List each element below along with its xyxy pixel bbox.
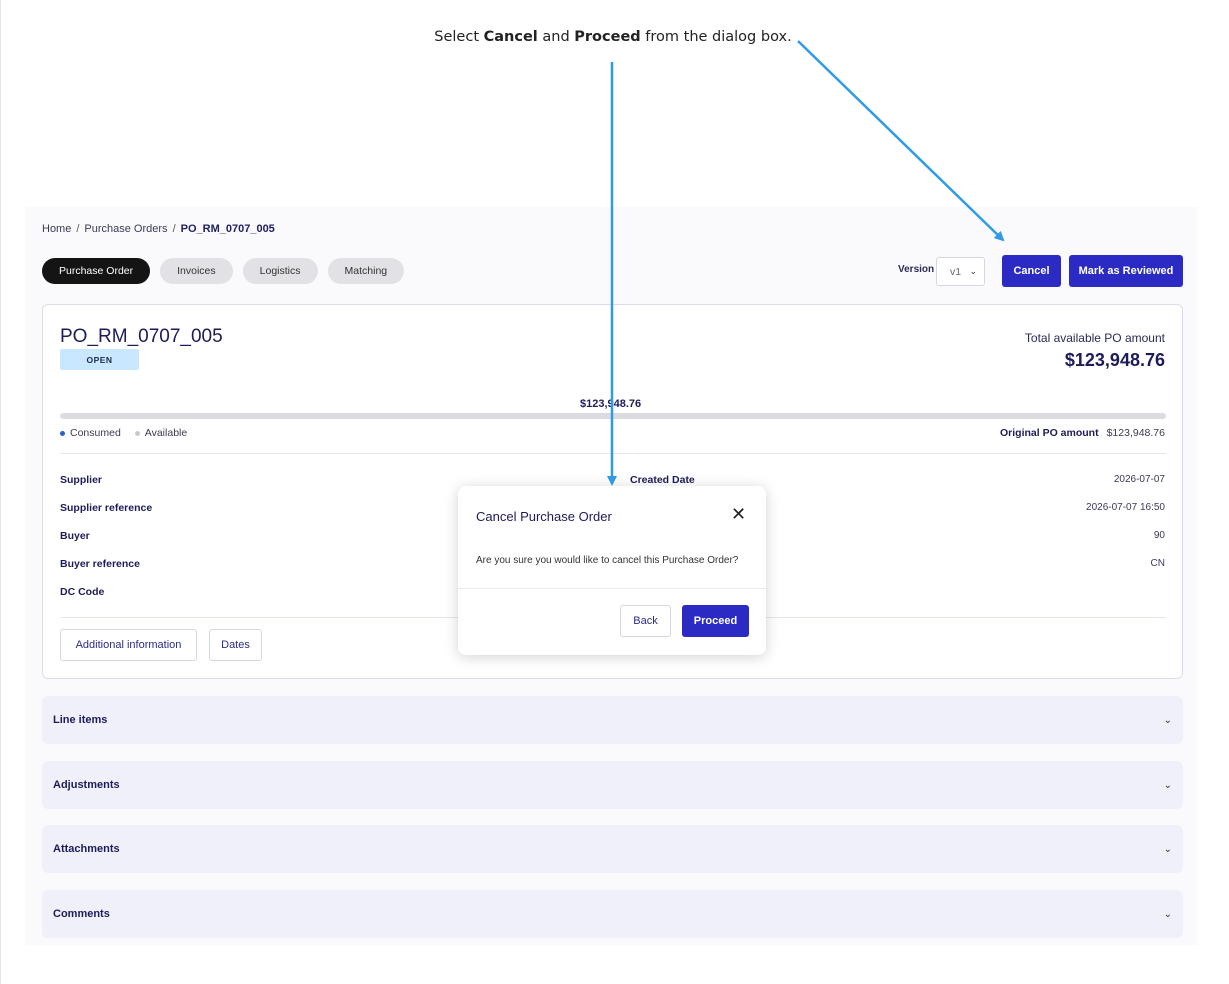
tab-bar: Purchase Order Invoices Logistics Matchi… <box>42 258 405 284</box>
tab-purchase-order[interactable]: Purchase Order <box>42 258 151 284</box>
version-select[interactable]: v1 ⌄ <box>936 257 985 286</box>
breadcrumb-purchase-orders[interactable]: Purchase Orders <box>84 223 167 235</box>
mark-as-reviewed-button[interactable]: Mark as Reviewed <box>1069 255 1183 287</box>
page-edge <box>0 0 1 984</box>
cancel-po-dialog: Cancel Purchase Order ✕ Are you sure you… <box>458 486 766 655</box>
legend-available: Available <box>134 427 187 439</box>
total-available-value: $123,948.76 <box>1064 350 1165 370</box>
divider <box>60 453 1166 454</box>
field-value: 90 <box>1153 530 1165 541</box>
consumed-dot-icon <box>60 430 65 436</box>
field-dc-code: DC Code <box>60 586 105 598</box>
consumption-progress-bar <box>60 413 1166 419</box>
chevron-down-icon: ⌄ <box>1163 843 1172 855</box>
breadcrumb: Home / Purchase Orders / PO_RM_0707_005 <box>42 223 275 235</box>
additional-information-button[interactable]: Additional information <box>60 629 197 661</box>
total-available-label: Total available PO amount <box>1024 331 1165 345</box>
field-buyer: Buyer <box>60 530 90 542</box>
tab-invoices[interactable]: Invoices <box>160 258 233 284</box>
section-adjustments[interactable]: Adjustments ⌄ <box>42 761 1183 809</box>
instruction-text: Select Cancel and Proceed from the dialo… <box>434 29 792 45</box>
breadcrumb-current: PO_RM_0707_005 <box>180 223 275 235</box>
field-value: 2026-07-07 16:50 <box>1086 502 1165 513</box>
divider <box>458 588 766 589</box>
original-po-amount: Original PO amount $123,948.76 <box>1000 427 1165 439</box>
status-badge: OPEN <box>60 349 139 370</box>
breadcrumb-home[interactable]: Home <box>42 223 71 235</box>
tab-matching[interactable]: Matching <box>327 258 405 284</box>
field-buyer-reference: Buyer reference <box>60 558 140 570</box>
proceed-button[interactable]: Proceed <box>682 605 749 637</box>
tab-logistics[interactable]: Logistics <box>242 258 318 284</box>
progress-amount: $123,948.76 <box>580 398 642 410</box>
field-value: 2026-07-07 <box>1113 474 1165 485</box>
page-title: PO_RM_0707_005 <box>60 326 223 347</box>
dialog-message: Are you sure you would like to cancel th… <box>476 555 739 566</box>
dialog-title: Cancel Purchase Order <box>476 509 612 524</box>
close-icon[interactable]: ✕ <box>731 504 746 525</box>
version-label: Version <box>898 264 935 275</box>
chevron-down-icon: ⌄ <box>1163 779 1172 791</box>
field-created-date: Created Date <box>630 474 695 486</box>
chevron-down-icon: ⌄ <box>1163 714 1172 726</box>
field-supplier: Supplier <box>60 474 103 486</box>
legend-consumed: Consumed <box>60 427 121 439</box>
section-attachments[interactable]: Attachments ⌄ <box>42 825 1183 873</box>
dates-button[interactable]: Dates <box>209 629 262 661</box>
section-comments[interactable]: Comments ⌄ <box>42 890 1183 938</box>
cancel-button[interactable]: Cancel <box>1002 255 1061 287</box>
progress-legend: Consumed Available <box>60 427 187 439</box>
section-line-items[interactable]: Line items ⌄ <box>42 696 1183 744</box>
field-value: CN <box>1150 558 1165 569</box>
chevron-down-icon: ⌄ <box>969 266 977 276</box>
version-value: v1 <box>950 265 962 278</box>
field-supplier-reference: Supplier reference <box>60 502 153 514</box>
back-button[interactable]: Back <box>620 605 671 637</box>
available-dot-icon <box>134 430 140 436</box>
chevron-down-icon: ⌄ <box>1163 908 1172 920</box>
